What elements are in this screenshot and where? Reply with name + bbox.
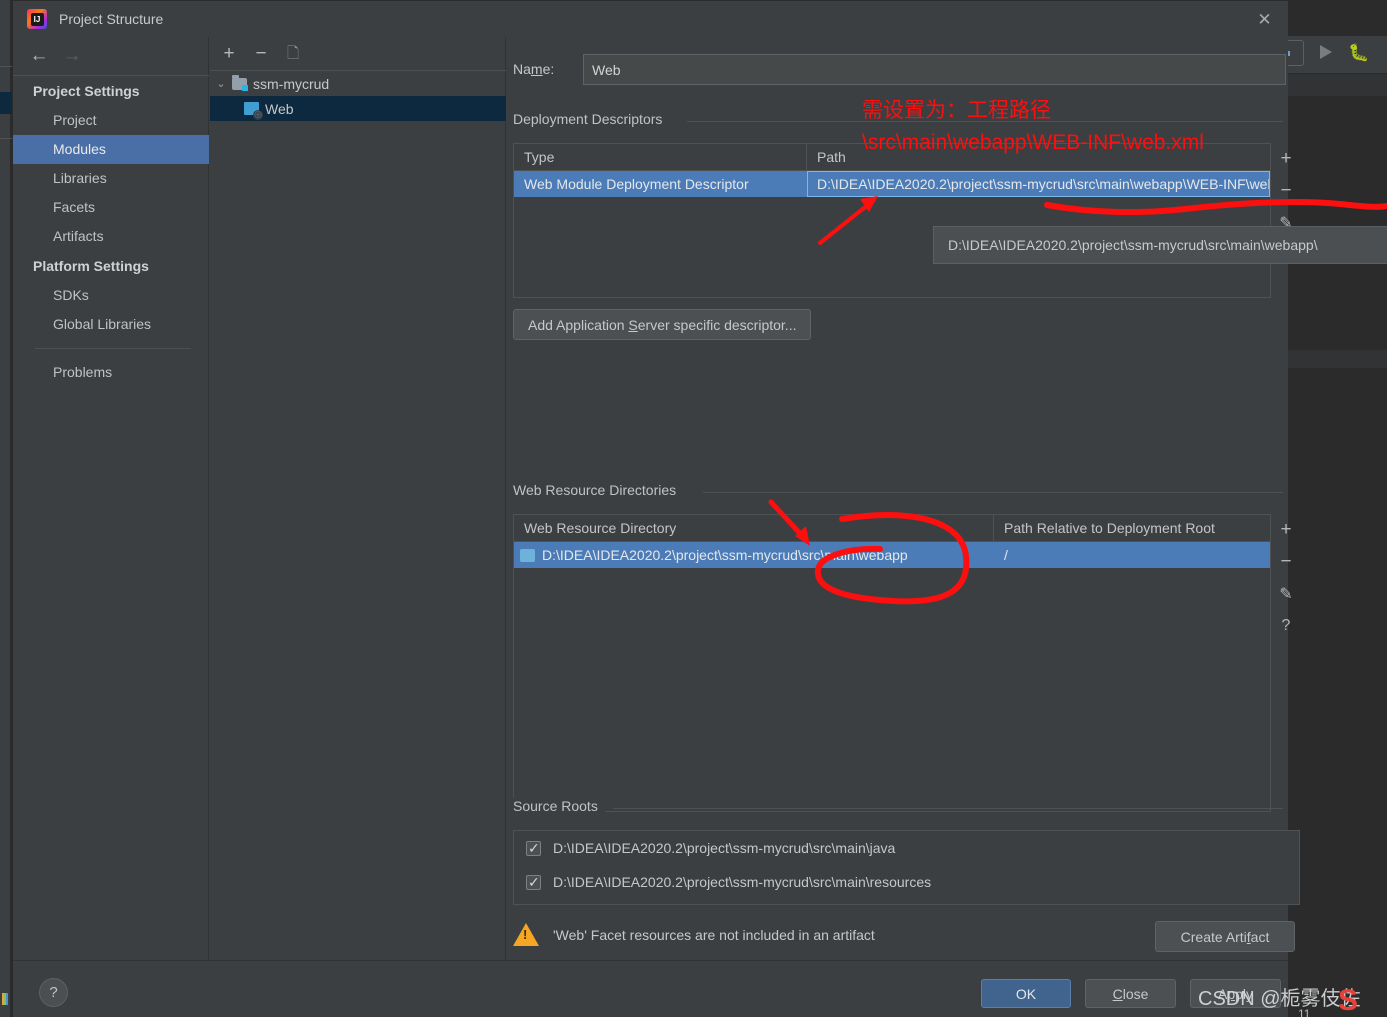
edit-web-resource-pencil-icon[interactable]: ✎ <box>1271 578 1301 610</box>
source-roots-title: Source Roots <box>513 798 606 814</box>
source-roots-list: D:\IDEA\IDEA2020.2\project\ssm-mycrud\sr… <box>513 830 1300 905</box>
list-item[interactable]: D:\IDEA\IDEA2020.2\project\ssm-mycrud\sr… <box>514 865 1299 899</box>
tree-row-ssm-mycrud[interactable]: ⌄ ssm-mycrud <box>210 71 506 96</box>
remove-descriptor-button[interactable]: − <box>1271 175 1301 207</box>
cancel-button[interactable]: Close <box>1085 979 1176 1008</box>
cell-type: Web Module Deployment Descriptor <box>514 171 807 197</box>
folder-web-icon <box>520 548 535 562</box>
web-resource-directories-tools: + − ✎ ? <box>1271 514 1301 642</box>
chevron-down-icon[interactable]: ⌄ <box>210 77 232 90</box>
cell-path[interactable]: D:\IDEA\IDEA2020.2\project\ssm-mycrud\sr… <box>807 171 1270 197</box>
list-item[interactable]: D:\IDEA\IDEA2020.2\project\ssm-mycrud\sr… <box>514 831 1299 865</box>
web-resource-help-icon[interactable]: ? <box>1271 610 1301 642</box>
sidebar-item-libraries[interactable]: Libraries <box>13 164 209 193</box>
path-tooltip: D:\IDEA\IDEA2020.2\project\ssm-mycrud\sr… <box>933 226 1387 264</box>
column-header-relative-path[interactable]: Path Relative to Deployment Root <box>994 515 1270 541</box>
ide-secondary-strip <box>1272 74 1387 96</box>
add-app-server-descriptor-button[interactable]: Add Application Server specific descript… <box>513 309 812 340</box>
sidebar-item-sdks[interactable]: SDKs <box>13 281 209 310</box>
forward-arrow-icon[interactable]: → <box>59 46 85 66</box>
facet-settings-panel: Name: Deployment Descriptors Type Path W… <box>507 37 1300 960</box>
deployment-descriptors-tools: + − ✎ <box>1271 143 1301 239</box>
sidebar-nav-list: Project Settings Project Modules Librari… <box>13 76 209 387</box>
tree-node-label: ssm-mycrud <box>253 75 330 92</box>
debug-icon[interactable]: 🐛 <box>1348 44 1369 61</box>
warning-triangle-icon <box>513 923 539 946</box>
add-descriptor-button[interactable]: + <box>1271 143 1301 175</box>
ide-panel-divider <box>1272 350 1387 368</box>
sidebar-item-modules[interactable]: Modules <box>13 135 209 164</box>
source-root-path: D:\IDEA\IDEA2020.2\project\ssm-mycrud\sr… <box>553 874 932 890</box>
sidebar-item-problems[interactable]: Problems <box>13 358 209 387</box>
name-label: Name: <box>513 61 555 77</box>
project-structure-dialog: IJ Project Structure ✕ ← → Project Setti… <box>12 0 1300 1017</box>
sidebar-item-global-libraries[interactable]: Global Libraries <box>13 310 209 339</box>
sidebar-nav-arrows: ← → <box>13 37 209 75</box>
sidebar-item-project[interactable]: Project <box>13 106 209 135</box>
ide-gutter-line-2 <box>0 138 12 139</box>
artifact-warning: 'Web' Facet resources are not included i… <box>513 923 875 946</box>
help-icon[interactable]: ? <box>39 978 68 1007</box>
ok-button[interactable]: OK <box>981 979 1071 1008</box>
deployment-descriptors-table: Type Path Web Module Deployment Descript… <box>513 143 1271 298</box>
web-resource-directories-rule <box>703 492 1283 493</box>
intellij-logo-icon: IJ <box>27 9 47 29</box>
settings-sidebar: ← → Project Settings Project Modules Lib… <box>13 37 209 960</box>
remove-module-button[interactable]: − <box>250 43 272 65</box>
column-header-web-resource-directory[interactable]: Web Resource Directory <box>514 515 994 541</box>
create-artifact-button[interactable]: Create Artifact <box>1155 921 1295 952</box>
run-icon[interactable] <box>1320 45 1332 59</box>
source-roots-rule <box>613 808 1283 809</box>
name-row: Name: <box>513 54 1286 86</box>
modules-tree-pane: + − 🗋 ⌄ ssm-mycrud Web <box>210 37 506 960</box>
add-web-resource-button[interactable]: + <box>1271 514 1301 546</box>
modules-tree: ⌄ ssm-mycrud Web <box>210 71 506 121</box>
warning-message: 'Web' Facet resources are not included i… <box>553 926 875 943</box>
sidebar-item-facets[interactable]: Facets <box>13 193 209 222</box>
back-arrow-icon[interactable]: ← <box>26 46 52 66</box>
cell-web-resource-directory: D:\IDEA\IDEA2020.2\project\ssm-mycrud\sr… <box>514 542 994 568</box>
close-icon[interactable]: ✕ <box>1241 1 1288 37</box>
ide-status-colorbar-icon <box>2 993 8 1005</box>
tree-row-web[interactable]: Web <box>210 96 506 121</box>
dialog-titlebar: IJ Project Structure ✕ <box>13 1 1288 37</box>
checkbox-icon[interactable] <box>526 839 541 857</box>
apply-button[interactable]: Apply <box>1190 979 1281 1008</box>
column-header-path[interactable]: Path <box>807 144 1270 170</box>
add-module-button[interactable]: + <box>218 43 240 65</box>
web-facet-icon <box>244 102 263 120</box>
tree-node-label: Web <box>265 100 294 117</box>
column-header-type[interactable]: Type <box>514 144 807 170</box>
deployment-descriptors-rule <box>687 121 1283 122</box>
table-row[interactable]: Web Module Deployment Descriptor D:\IDEA… <box>514 171 1270 197</box>
sidebar-item-artifacts[interactable]: Artifacts <box>13 222 209 251</box>
web-resource-directories-title: Web Resource Directories <box>513 482 685 498</box>
modules-tree-toolbar: + − 🗋 <box>210 37 506 70</box>
source-root-path: D:\IDEA\IDEA2020.2\project\ssm-mycrud\sr… <box>553 840 896 856</box>
module-folder-icon <box>232 74 248 91</box>
copy-module-icon[interactable]: 🗋 <box>282 43 304 65</box>
remove-web-resource-button[interactable]: − <box>1271 546 1301 578</box>
deployment-descriptors-title: Deployment Descriptors <box>513 111 671 127</box>
sidebar-group-project-settings: Project Settings <box>33 83 140 99</box>
table-header-row: Web Resource Directory Path Relative to … <box>514 515 1270 542</box>
ide-left-gutter <box>0 0 10 1017</box>
cell-relative-path: / <box>994 542 1270 568</box>
dialog-title: Project Structure <box>59 11 164 27</box>
facet-name-input[interactable] <box>583 54 1286 85</box>
web-resource-directories-table: Web Resource Directory Path Relative to … <box>513 514 1271 812</box>
checkbox-icon[interactable] <box>526 873 541 891</box>
ide-gutter-line-1 <box>0 66 12 67</box>
sidebar-group-platform-settings: Platform Settings <box>33 258 149 274</box>
watermark-subtext: 11 <box>1298 1007 1311 1017</box>
table-header-row: Type Path <box>514 144 1270 171</box>
sidebar-divider <box>35 348 191 349</box>
table-row[interactable]: D:\IDEA\IDEA2020.2\project\ssm-mycrud\sr… <box>514 542 1270 568</box>
